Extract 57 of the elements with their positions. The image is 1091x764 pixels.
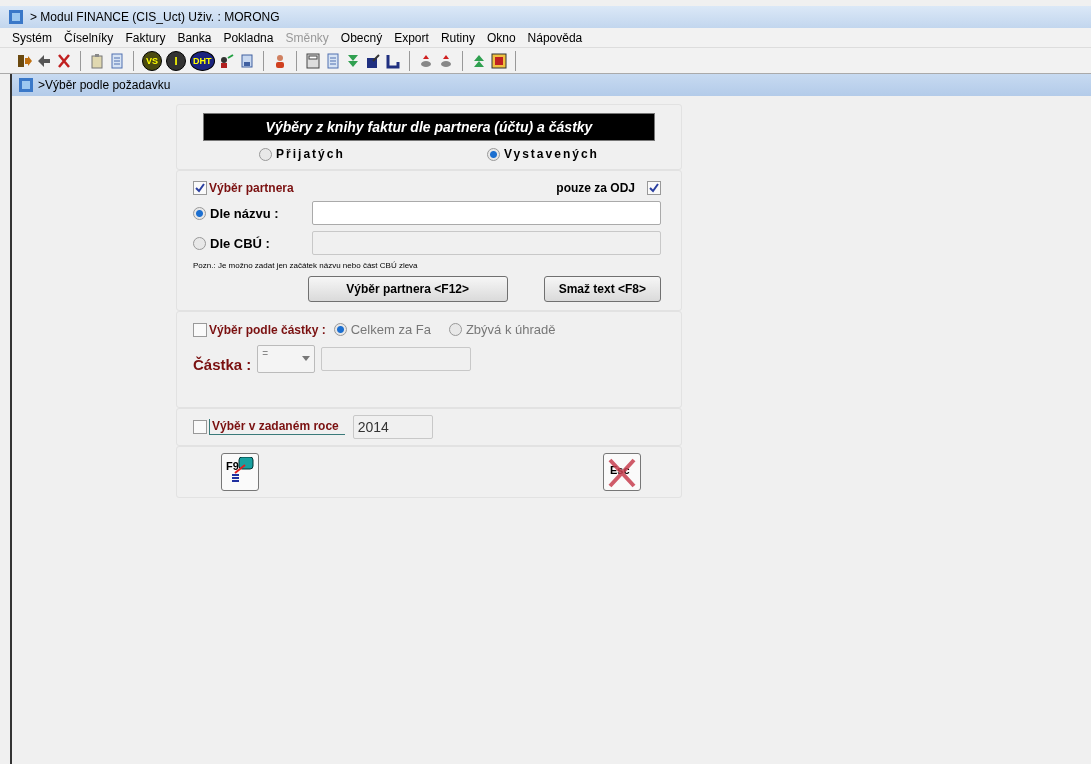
radio-label: Vystavených (503, 147, 599, 161)
checkbox-label: pouze za ODJ (556, 181, 635, 195)
cross-icon (607, 457, 637, 489)
checkbox-label: Výběr partnera (209, 181, 294, 195)
menu-item[interactable]: Export (388, 30, 435, 45)
menu-item[interactable]: Banka (171, 30, 218, 45)
amount-field[interactable] (321, 347, 472, 371)
button[interactable]: Výběr partnera <F12> (307, 276, 508, 302)
radio-button[interactable] (448, 323, 462, 336)
year-field[interactable]: 2014 (352, 415, 433, 439)
save-icon[interactable] (238, 52, 255, 69)
menu-item[interactable]: Rutiny (434, 30, 481, 45)
checkbox[interactable] (193, 420, 207, 434)
checkmark-icon (195, 183, 205, 193)
app-icon (18, 77, 34, 93)
radio-button[interactable] (193, 206, 206, 220)
menu-item[interactable]: Obecný (334, 30, 389, 45)
person-arrow-icon[interactable] (218, 52, 235, 69)
checkbox-label: Výběr podle částky : (209, 322, 326, 337)
calculator-icon[interactable] (304, 52, 321, 69)
menu-item[interactable]: Pokladna (217, 30, 280, 45)
toolbar-button[interactable]: VS (142, 50, 162, 71)
menu-item[interactable]: Okno (480, 30, 522, 45)
close-icon[interactable] (56, 52, 72, 69)
radio-label: Celkem za Fa (350, 322, 431, 337)
form-heading: Výběry z knihy faktur dle partnera (účtu) a částky (203, 113, 655, 141)
button[interactable]: Smaž text <F8> (543, 276, 661, 302)
radio-label: Dle CBÚ : (210, 235, 271, 251)
confirm-button[interactable]: F9 (221, 453, 259, 491)
radio-label: Zbývá k úhradě (465, 322, 556, 337)
hint-text: Pozn.: Je možno zadat jen začátek názvu nebo část CBÚ zleva (193, 261, 419, 270)
checkbox[interactable] (193, 322, 207, 337)
checkbox-label: Výběr v zadaném roce (209, 419, 345, 435)
field-label: Částka : (193, 356, 252, 373)
radio-button[interactable] (259, 147, 273, 161)
exit-icon[interactable] (16, 52, 32, 69)
menu-item[interactable]: Faktury (119, 30, 172, 45)
radio-button[interactable] (486, 147, 500, 161)
app-icon (8, 9, 24, 25)
cancel-button[interactable]: Esc (603, 453, 641, 491)
input-field[interactable] (312, 201, 661, 225)
toolbar-button[interactable]: DHT (190, 50, 215, 71)
export-icon[interactable] (364, 52, 381, 69)
menu-item[interactable]: Nápověda (521, 30, 589, 45)
checkbox[interactable] (647, 181, 661, 195)
radio-label: Dle názvu : (210, 205, 280, 221)
clipboard-icon[interactable] (89, 52, 105, 69)
window-title: > Modul FINANCE (CIS_Uct) Uživ. : MORONG (30, 10, 280, 24)
checkbox[interactable] (193, 181, 207, 195)
radio-label: Přijatých (276, 147, 345, 161)
caret-icon (302, 356, 311, 361)
child-window-title: >Výběr podle požadavku (38, 78, 171, 92)
toolbar-button[interactable]: I (166, 50, 186, 71)
menu-item[interactable]: Číselníky (58, 30, 120, 45)
checkmark-icon (649, 183, 659, 193)
radio-button[interactable] (333, 323, 347, 336)
menu-item[interactable]: Systém (6, 30, 58, 45)
